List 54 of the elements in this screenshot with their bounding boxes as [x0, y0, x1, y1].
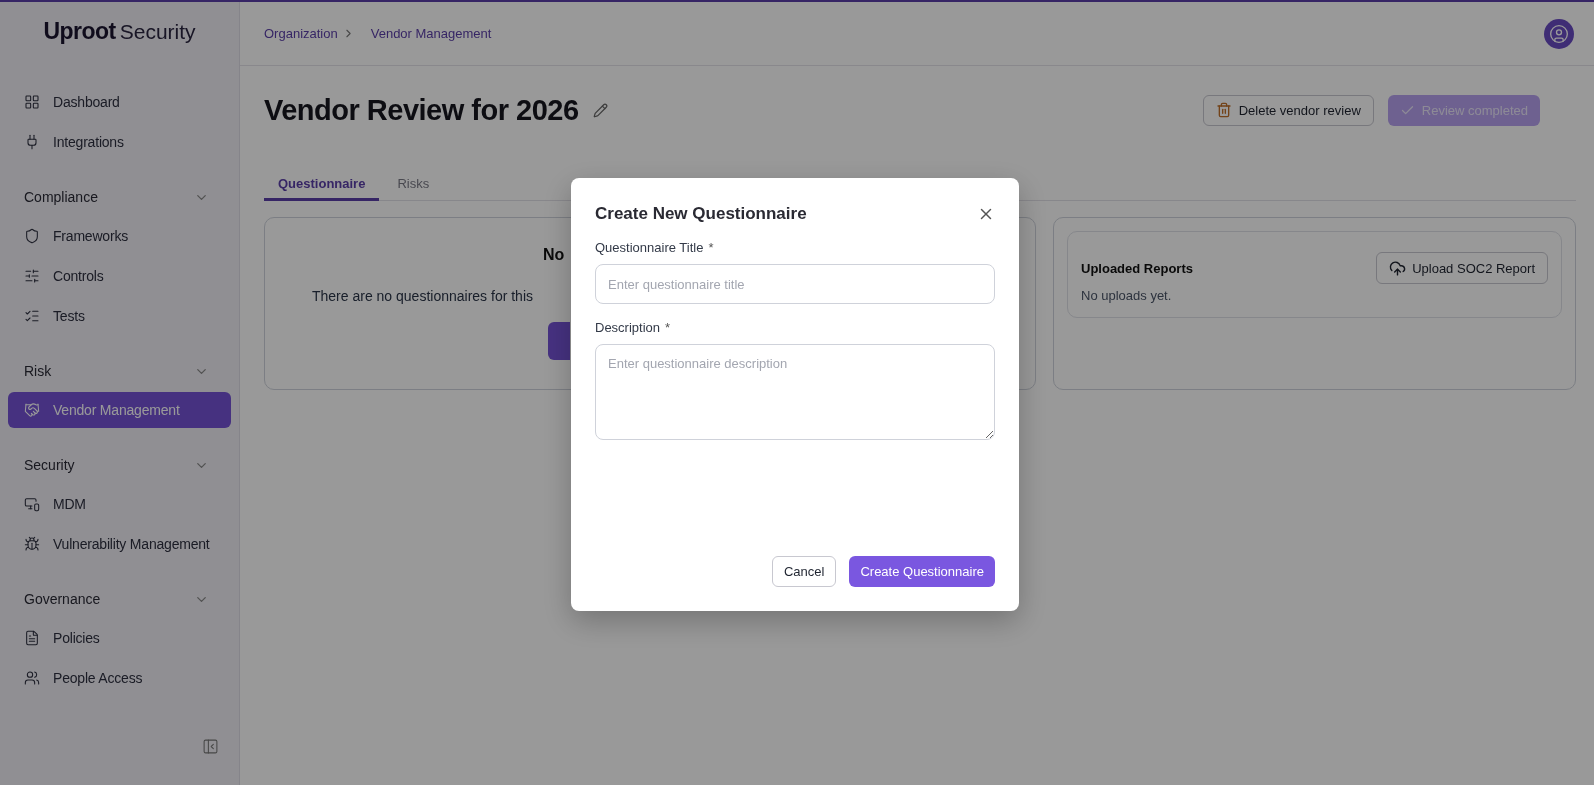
card-heading: No — [543, 246, 565, 264]
delete-button[interactable]: Delete vendor review — [1202, 94, 1374, 126]
logo: Uproot Security — [42, 18, 197, 46]
breadcrumb-link[interactable]: Organization — [264, 26, 338, 41]
panel-title: Uploaded Reports — [1081, 260, 1193, 276]
modal-title: Create New Questionnaire — [595, 204, 807, 224]
devices-icon — [24, 496, 40, 512]
field-label: Description * — [595, 320, 672, 335]
trash-icon — [1215, 102, 1232, 118]
document-icon — [24, 630, 40, 646]
tab[interactable]: Questionnaire — [264, 168, 380, 201]
create-button[interactable]: Create Questionnaire — [849, 556, 995, 587]
sidebar-item[interactable]: Policies — [8, 620, 231, 656]
section-title: Security — [24, 457, 75, 473]
bug-icon — [24, 536, 40, 552]
section-header[interactable]: Governance — [8, 584, 231, 614]
upload-button[interactable]: Upload SOC2 Report — [1376, 252, 1548, 284]
sidebar-item[interactable]: Vendor Management — [8, 392, 231, 428]
collapse-sidebar-icon[interactable] — [202, 738, 219, 755]
description-field[interactable]: Enter questionnaire description — [595, 344, 995, 440]
sidebar-item[interactable]: Dashboard — [8, 84, 231, 120]
field-label: Questionnaire Title * — [595, 240, 715, 255]
plug-icon — [24, 134, 40, 150]
sidebar-item[interactable]: MDM — [8, 486, 231, 522]
sidebar-item[interactable]: People Access — [8, 660, 231, 696]
required-mark: * — [708, 240, 714, 255]
section-header[interactable]: Security — [8, 450, 231, 480]
dashboard-icon — [24, 94, 40, 110]
checklist-icon — [24, 308, 40, 324]
section-title: Governance — [24, 591, 101, 607]
title-field[interactable]: Enter questionnaire title — [595, 264, 995, 304]
sidebar-item[interactable]: Controls — [8, 258, 231, 294]
shield-icon — [24, 228, 40, 244]
section-title: Compliance — [24, 189, 98, 205]
tab[interactable]: Risks — [383, 168, 444, 201]
handshake-icon — [24, 402, 40, 418]
breadcrumb-link[interactable]: Vendor Management — [370, 26, 492, 41]
required-mark: * — [665, 320, 671, 335]
users-icon — [24, 670, 40, 686]
empty-message: There are no questionnaires for this — [312, 288, 533, 304]
section-header[interactable]: Compliance — [8, 182, 231, 212]
section-header[interactable]: Risk — [8, 356, 231, 386]
sliders-icon — [24, 268, 40, 284]
sidebar-item[interactable]: Tests — [8, 298, 231, 334]
cloud-upload-icon — [1389, 259, 1407, 277]
sidebar-item[interactable]: Integrations — [8, 124, 231, 160]
section-title: Risk — [24, 363, 52, 379]
user-avatar[interactable] — [1544, 18, 1574, 49]
empty-message: No uploads yet. — [1081, 288, 1173, 303]
page-title: Vendor Review for 2026 — [264, 93, 579, 127]
sidebar-item[interactable]: Frameworks — [8, 218, 231, 254]
edit-icon[interactable] — [592, 102, 608, 118]
sidebar-item[interactable]: Vulnerability Management — [8, 526, 231, 562]
cancel-button[interactable]: Cancel — [771, 556, 837, 587]
